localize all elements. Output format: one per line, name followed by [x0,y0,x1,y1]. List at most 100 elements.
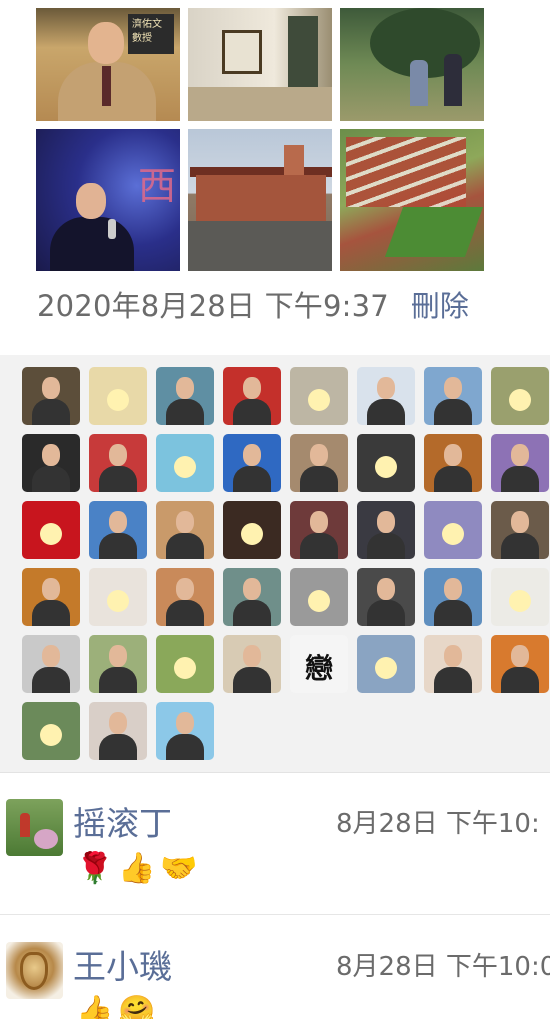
liker-avatar[interactable] [156,434,214,492]
commenter-name[interactable]: 王小璣 [73,940,172,988]
avatar-figure [233,466,271,492]
liker-avatar[interactable] [89,501,147,559]
avatar-figure [434,600,472,626]
delete-link[interactable]: 刪除 [411,283,469,325]
liker-avatar[interactable] [290,568,348,626]
liker-avatar[interactable] [424,501,482,559]
avatar-graphic [107,389,129,411]
post-photo-6[interactable] [340,129,484,271]
liker-avatar[interactable] [424,367,482,425]
liker-avatar[interactable] [22,702,80,760]
avatar-figure [501,533,539,559]
photo-person [444,54,462,106]
avatar-text: 戀 [304,652,333,685]
avatar-face [176,377,194,399]
liker-avatar[interactable] [89,702,147,760]
comment-content: 👍 🤗 [76,992,156,1019]
avatar-figure [233,399,271,425]
avatar-graphic [308,389,330,411]
liker-avatar[interactable] [424,434,482,492]
avatar-face [444,377,462,399]
avatar-figure [166,734,204,760]
comment-item[interactable]: 王小璣 8月28日 下午10:0 👍 🤗 [0,916,550,1019]
liker-avatar[interactable] [22,635,80,693]
avatar-figure [367,399,405,425]
photo-floor [188,87,332,121]
avatar-figure [434,667,472,693]
liker-avatar[interactable] [357,367,415,425]
avatar-figure [166,399,204,425]
liker-avatar[interactable] [22,434,80,492]
avatar-face [42,578,60,600]
post-photo-2[interactable] [188,8,332,121]
post-photo-1[interactable]: 濟佑文數授 [36,8,180,121]
post-photo-5[interactable] [188,129,332,271]
avatar-graphic [308,590,330,612]
liker-avatar[interactable] [491,568,549,626]
liker-avatar[interactable] [22,568,80,626]
avatar-person [20,813,30,837]
liker-avatar[interactable] [357,434,415,492]
microphone-icon [108,219,116,239]
liker-avatar[interactable] [156,702,214,760]
liker-avatar[interactable] [223,501,281,559]
avatar-figure [32,667,70,693]
avatar-figure [99,667,137,693]
liker-avatar[interactable] [223,568,281,626]
liker-avatar[interactable] [357,568,415,626]
avatar-figure [166,600,204,626]
avatar-figure [32,466,70,492]
liker-avatar[interactable] [22,367,80,425]
liker-avatar[interactable] [290,501,348,559]
post-timestamp: 2020年8月28日 下午9:37 [37,289,389,323]
liker-avatar[interactable] [491,501,549,559]
liker-avatar[interactable] [156,367,214,425]
liker-avatar[interactable] [89,568,147,626]
liker-avatar[interactable] [223,635,281,693]
rose-icon: 🌹 [76,851,114,886]
commenter-avatar[interactable] [6,799,63,856]
photo-tie [102,66,111,106]
avatar-face [109,511,127,533]
avatar-face [243,578,261,600]
liker-avatar[interactable] [223,434,281,492]
liker-avatar[interactable] [491,635,549,693]
liker-avatar[interactable]: 戀 [290,635,348,693]
liker-avatar[interactable] [491,367,549,425]
liker-avatar[interactable] [424,568,482,626]
liker-avatar[interactable] [89,434,147,492]
avatar-figure [233,667,271,693]
post-photo-4[interactable]: 西 [36,129,180,271]
photo-lawn [384,207,484,257]
liker-avatar[interactable] [156,635,214,693]
comment-item[interactable]: 摇滚丁 8月28日 下午10: 🌹 👍 🤝 [0,773,550,915]
avatar-graphic [509,389,531,411]
avatar-figure [501,667,539,693]
avatar-face [176,511,194,533]
liker-avatar[interactable] [357,635,415,693]
commenter-name[interactable]: 摇滚丁 [73,797,172,845]
liker-avatar[interactable] [357,501,415,559]
photo-glyph-text: 西 [137,164,176,208]
avatar-graphic [375,657,397,679]
liker-avatar[interactable] [223,367,281,425]
avatar-face [310,511,328,533]
avatar-graphic [40,724,62,746]
liker-avatar[interactable] [491,434,549,492]
liker-avatar[interactable] [22,501,80,559]
photo-sign-text: 濟佑文數授 [128,14,174,54]
commenter-avatar[interactable] [6,942,63,999]
liker-avatar[interactable] [89,635,147,693]
liker-avatar[interactable] [156,568,214,626]
liker-avatar[interactable] [89,367,147,425]
photo-rooftops [346,137,466,207]
liker-avatar[interactable] [290,367,348,425]
liker-avatar[interactable] [424,635,482,693]
post-photo-3[interactable] [340,8,484,121]
liker-avatar[interactable] [290,434,348,492]
photo-building [196,175,326,221]
avatar-graphic [509,590,531,612]
comment-content: 🌹 👍 🤝 [76,849,198,889]
avatar-figure [300,533,338,559]
liker-avatar[interactable] [156,501,214,559]
